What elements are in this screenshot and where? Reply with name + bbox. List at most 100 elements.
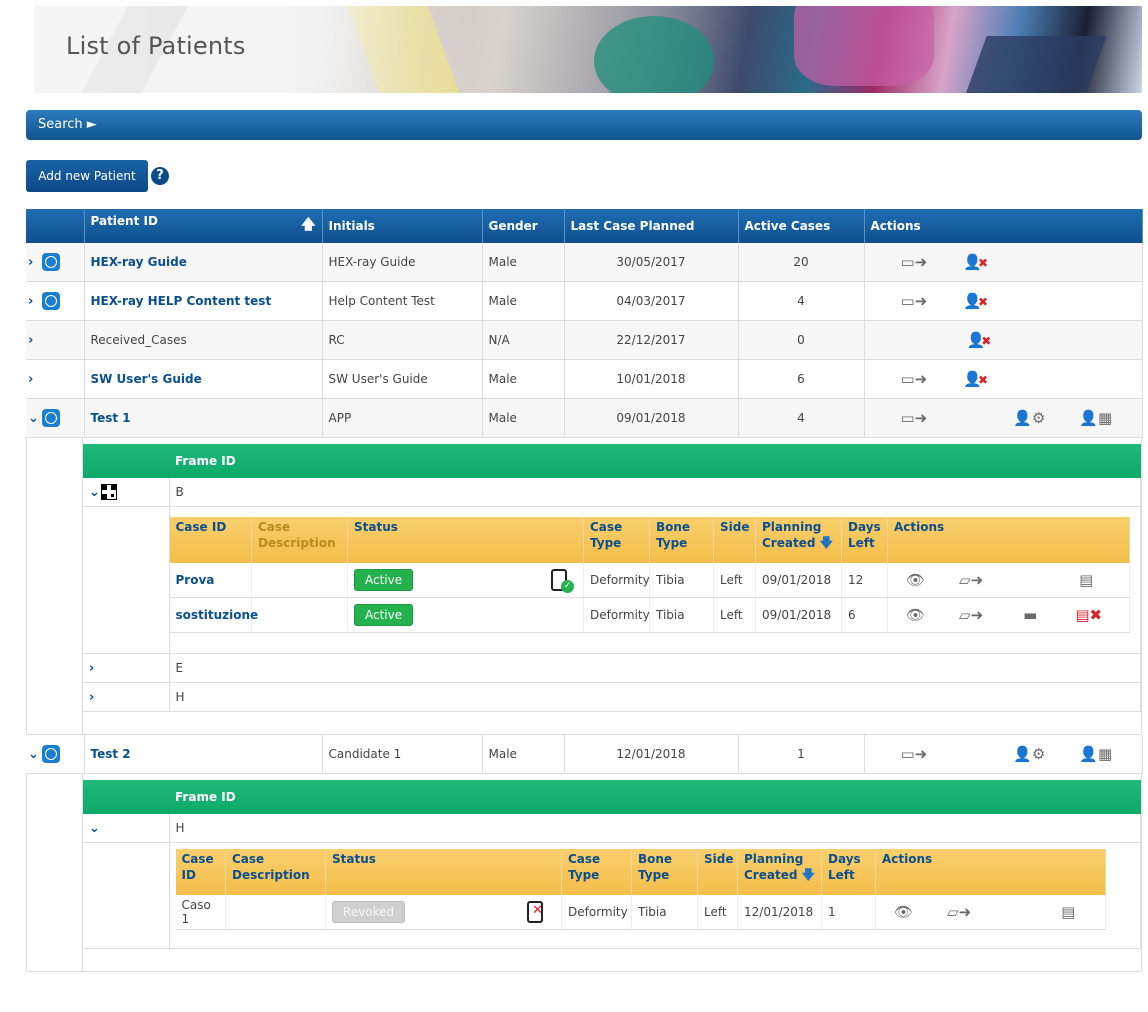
patient-gender: N/A [482,320,565,360]
header-days-left[interactable]: Days Left [821,849,876,895]
header-side[interactable]: Side [697,849,738,895]
chevron-right-icon[interactable]: › [28,372,40,387]
header-case-id[interactable]: Case ID [175,849,226,895]
days-left: 1 [821,895,876,930]
patient-id-link[interactable]: Test 2 [91,747,131,761]
frame-id: B [169,478,1141,507]
header-case-id[interactable]: Case ID [169,517,252,563]
report-icon[interactable]: ▤ [1061,903,1075,921]
folder-send-icon[interactable]: ▱➜ [959,606,983,624]
folder-send-icon[interactable]: ▱➜ [947,903,971,921]
delete-user-icon[interactable]: 👤✖ [963,370,988,388]
eye-icon[interactable]: 👁 [906,606,925,624]
folder-arrow-icon[interactable]: ▭➜ [901,253,928,271]
header-gender[interactable]: Gender [482,209,565,243]
eye-icon[interactable]: 👁 [894,903,913,921]
device-ok-icon: ✓ [551,569,574,593]
folder-send-icon[interactable]: ▱➜ [959,571,983,589]
user-settings-icon[interactable]: 👤⚙ [1013,745,1045,763]
bone-type: Tibia [631,895,698,930]
header-initials[interactable]: Initials [322,209,483,243]
user-calendar-icon[interactable]: 👤▦ [1079,745,1112,763]
patient-id-link[interactable]: HEX-ray HELP Content test [91,294,272,308]
header-active-cases[interactable]: Active Cases [738,209,865,243]
last-case-date: 22/12/2017 [564,320,739,360]
header-case-actions: Actions [875,849,1106,895]
eye-icon[interactable]: 👁 [906,571,925,589]
header-expand [26,209,85,243]
patient-id-link[interactable]: Test 1 [91,411,131,425]
header-bone-type[interactable]: Bone Type [631,849,698,895]
folder-arrow-icon[interactable]: ▭➜ [901,292,928,310]
patient-id-link[interactable]: SW User's Guide [91,372,202,386]
header-planning[interactable]: Planning Created 🡇 [755,517,842,563]
case-row: sostituzione Active Deformity Tibia Left… [169,597,1130,633]
help-icon[interactable]: ? [151,167,169,185]
header-patient-id[interactable]: Patient ID 🡅 [84,209,323,243]
table-row: ⌄ Test 1 APP Male 09/01/2018 4 ▭➜ 👤⚙ 👤▦ [26,398,1143,438]
user-settings-icon[interactable]: 👤⚙ [1013,409,1045,427]
case-row: Caso 1 Revoked ✕ Deformity Tibia Left 12/… [175,895,1106,930]
chevron-right-icon[interactable]: › [28,294,40,309]
header-actions: Actions [864,209,1143,243]
chevron-right-icon[interactable]: › [89,661,101,676]
search-toggle-bar[interactable]: Search ► [26,110,1142,140]
case-type: Deformity [583,597,650,633]
folder-arrow-icon[interactable]: ▭➜ [901,745,928,763]
folder-arrow-icon[interactable]: ▭➜ [901,370,928,388]
patients-table-cont: ⌄ Test 2 Candidate 1 Male 12/01/2018 1 ▭… [26,735,1143,774]
connect-icon [42,253,60,271]
patient-id-link[interactable]: HEX-ray Guide [91,255,187,269]
days-left: 6 [841,597,888,633]
header-case-desc: Case Description [225,849,326,895]
patient-gender: Male [482,398,565,438]
cases-table: Case ID Case Description Status Case Typ… [175,849,1106,930]
chevron-right-icon[interactable]: › [28,255,40,270]
patient-gender: Male [482,243,565,282]
chevron-down-icon[interactable]: ⌄ [89,821,101,836]
table-row: › HEX-ray HELP Content test Help Content… [26,281,1143,321]
chevron-down-icon[interactable]: ⌄ [28,411,40,426]
archive-icon[interactable]: ▬ [1023,606,1037,624]
patient-gender: Male [482,281,565,321]
qr-code-icon[interactable] [101,484,117,500]
frame-table-test1: Frame ID ⌄ B Case ID Case Description St… [83,444,1141,712]
case-id-link[interactable]: sostituzione [176,608,259,622]
header-frame-id: Frame ID [169,780,1141,814]
chevron-right-icon[interactable]: › [28,333,40,348]
header-status[interactable]: Status [347,517,584,563]
header-last-case[interactable]: Last Case Planned [564,209,739,243]
active-cases-count: 6 [738,359,865,399]
arrow-down-icon: 🡇 [801,868,815,883]
header-case-type[interactable]: Case Type [561,849,632,895]
header-side[interactable]: Side [713,517,756,563]
active-cases-count: 0 [738,320,865,360]
table-row: › HEX-ray Guide HEX-ray Guide Male 30/05… [26,243,1143,282]
header-planning[interactable]: Planning Created 🡇 [737,849,822,895]
header-case-type[interactable]: Case Type [583,517,650,563]
delete-user-icon[interactable]: 👤✖ [963,253,988,271]
bone-type: Tibia [649,597,714,633]
header-bone-type[interactable]: Bone Type [649,517,714,563]
header-frame-id: Frame ID [169,444,1141,478]
arrow-down-icon: 🡇 [819,536,833,551]
chevron-right-icon[interactable]: › [89,690,101,705]
case-id-link[interactable]: Prova [176,573,215,587]
planning-date: 09/01/2018 [755,563,842,598]
folder-arrow-icon[interactable]: ▭➜ [901,409,928,427]
delete-user-icon[interactable]: 👤✖ [967,331,992,349]
header-case-actions: Actions [887,517,1130,563]
chevron-down-icon[interactable]: ⌄ [28,747,40,762]
header-banner: List of Patients [34,6,1142,93]
header-days-left[interactable]: Days Left [841,517,888,563]
delete-case-icon[interactable]: ▤✖ [1075,606,1102,624]
chevron-down-icon[interactable]: ⌄ [89,485,101,500]
search-label: Search ► [38,117,97,132]
delete-user-icon[interactable]: 👤✖ [963,292,988,310]
last-case-date: 04/03/2017 [564,281,739,321]
report-icon[interactable]: ▤ [1079,571,1093,589]
patient-initials: APP [322,398,483,438]
header-status[interactable]: Status [325,849,562,895]
user-calendar-icon[interactable]: 👤▦ [1079,409,1112,427]
add-new-patient-button[interactable]: Add new Patient [26,160,148,192]
